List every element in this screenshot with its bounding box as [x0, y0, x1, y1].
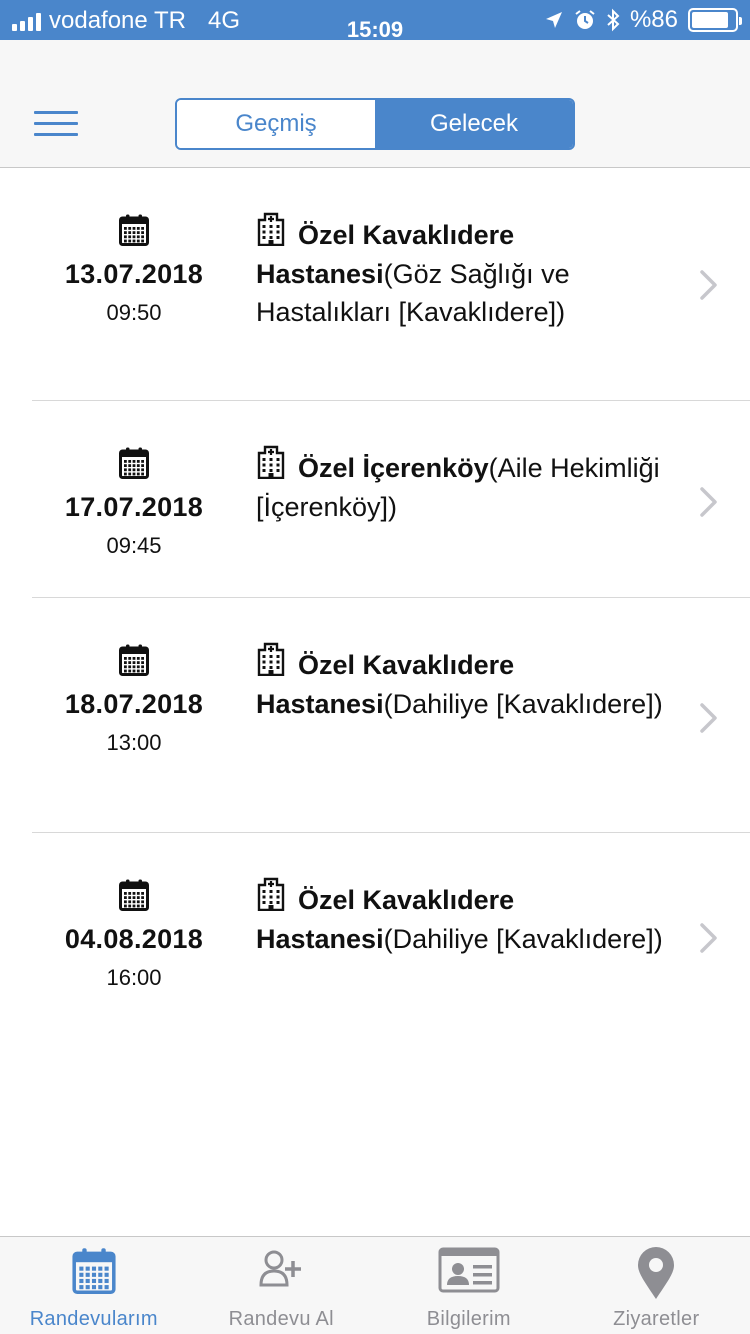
add-user-icon	[259, 1247, 303, 1296]
status-left: vodafone TR 4G	[12, 7, 240, 35]
appointment-info: Özel Kavaklıdere Hastanesi(Dahiliye [Kav…	[256, 877, 666, 958]
appointment-row[interactable]: 17.07.2018 09:45 Özel İçerenköy(Aile Hek…	[32, 401, 750, 598]
map-pin-icon	[636, 1247, 676, 1306]
tab-add-user[interactable]: Randevu Al	[188, 1237, 376, 1334]
date-column: 04.08.2018 16:00	[32, 879, 236, 991]
network-type: 4G	[207, 7, 240, 34]
date-column: 17.07.2018 09:45	[32, 447, 236, 559]
appointment-time: 09:50	[106, 300, 162, 325]
hospital-icon	[256, 445, 286, 480]
calendar-icon	[72, 1247, 116, 1300]
tab-label: Ziyaretler	[613, 1308, 700, 1330]
hospital-name: Özel İçerenköy	[298, 453, 489, 483]
nav-bar: Geçmiş Gelecek	[0, 40, 750, 168]
tab-label: Randevu Al	[228, 1308, 334, 1330]
battery-percent: %86	[629, 6, 678, 33]
appointment-row[interactable]: 18.07.2018 13:00 Özel Kavaklıdere Hastan…	[32, 598, 750, 833]
chevron-right-icon	[698, 921, 720, 955]
appointment-date: 17.07.2018	[64, 492, 204, 522]
tab-label: Bilgilerim	[426, 1308, 511, 1330]
hospital-icon	[256, 212, 286, 247]
appointment-list: 13.07.2018 09:50 Özel Kavaklıdere Hastan…	[0, 168, 750, 1038]
date-column: 18.07.2018 13:00	[32, 644, 236, 756]
alarm-icon	[575, 10, 595, 29]
segment-upcoming[interactable]: Gelecek	[375, 100, 573, 148]
appointment-time: 09:45	[106, 533, 162, 558]
appointment-row[interactable]: 13.07.2018 09:50 Özel Kavaklıdere Hastan…	[32, 168, 750, 401]
chevron-right-icon	[698, 485, 720, 519]
appointment-info: Özel Kavaklıdere Hastanesi(Dahiliye [Kav…	[256, 642, 666, 723]
status-bar: vodafone TR 4G 15:09 %86	[0, 0, 750, 42]
hospital-icon	[256, 877, 286, 912]
location-arrow-icon	[545, 12, 562, 28]
calendar-icon	[119, 447, 149, 479]
bluetooth-icon	[607, 8, 620, 32]
hamburger-menu-icon[interactable]	[34, 111, 78, 141]
carrier-name: vodafone TR	[49, 7, 186, 34]
appointment-info: Özel Kavaklıdere Hastanesi(Göz Sağlığı v…	[256, 212, 666, 332]
battery-icon	[688, 8, 742, 32]
appointment-date: 18.07.2018	[64, 689, 204, 719]
appointment-info: Özel İçerenköy(Aile Hekimliği [İçerenköy…	[256, 445, 666, 526]
id-card-icon	[438, 1247, 500, 1298]
date-column: 13.07.2018 09:50	[32, 214, 236, 326]
calendar-icon	[119, 879, 149, 911]
chevron-right-icon	[698, 701, 720, 735]
calendar-icon	[119, 644, 149, 676]
appointment-time: 13:00	[106, 730, 162, 755]
tab-map-pin[interactable]: Ziyaretler	[563, 1237, 750, 1334]
appointment-row[interactable]: 04.08.2018 16:00 Özel Kavaklıdere Hastan…	[32, 833, 750, 1038]
segmented-control: Geçmiş Gelecek	[175, 98, 575, 150]
chevron-right-icon	[698, 268, 720, 302]
appointment-date: 13.07.2018	[64, 259, 204, 289]
tab-calendar[interactable]: Randevularım	[0, 1237, 188, 1334]
tab-id-card[interactable]: Bilgilerim	[375, 1237, 563, 1334]
hospital-icon	[256, 642, 286, 677]
appointment-date: 04.08.2018	[64, 924, 204, 954]
department-detail: (Dahiliye [Kavaklıdere])	[383, 688, 663, 719]
battery-fill	[692, 12, 729, 28]
signal-icon	[12, 11, 41, 31]
tab-label: Randevularım	[29, 1308, 158, 1330]
segment-past[interactable]: Geçmiş	[177, 100, 375, 148]
tab-bar: Randevularım Randevu Al Bilgilerim Ziyar…	[0, 1236, 750, 1334]
appointment-time: 16:00	[106, 965, 162, 990]
status-right: %86	[544, 6, 742, 34]
department-detail: (Dahiliye [Kavaklıdere])	[383, 923, 663, 954]
calendar-icon	[119, 214, 149, 246]
